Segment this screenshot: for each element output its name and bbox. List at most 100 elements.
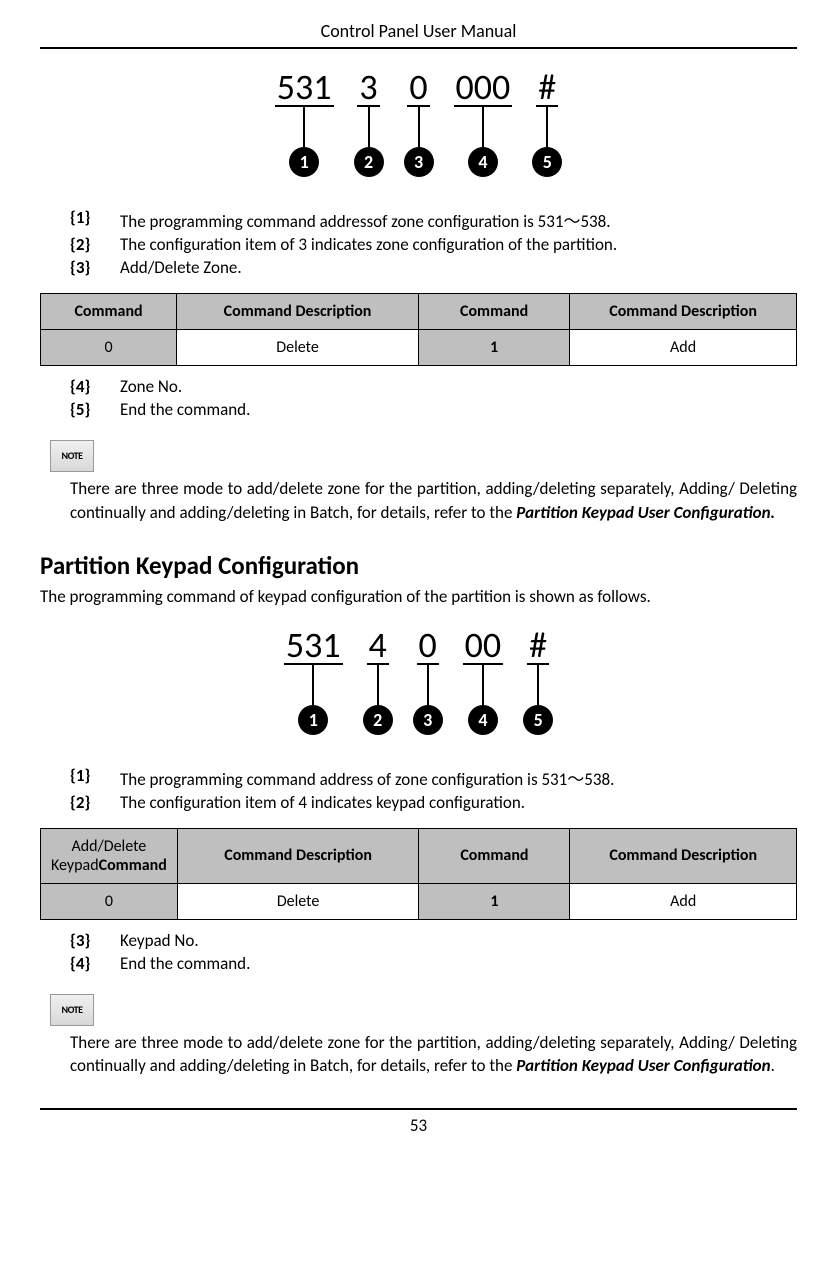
command-diagram-2: 531 1 4 2 0 3 00 4 # 5 <box>40 627 797 735</box>
diagram-text: 00 <box>463 627 504 665</box>
list-label: {4} <box>70 953 120 974</box>
diagram-part: 000 4 <box>454 69 513 177</box>
diagram-part: 531 1 <box>275 69 334 177</box>
list-label: {1} <box>70 765 120 790</box>
diagram-callout: 5 <box>532 147 562 177</box>
table-header: Command <box>419 828 570 883</box>
diagram-line <box>427 665 429 705</box>
list-desc: Zone No. <box>120 376 797 397</box>
note-bold: Partition Keypad User Configuration. <box>516 502 775 523</box>
list-label: {2} <box>70 234 120 255</box>
table-header: Command <box>41 294 177 330</box>
list-label: {3} <box>70 930 120 951</box>
page: Control Panel User Manual 531 1 3 2 0 3 … <box>0 0 837 1156</box>
list-desc: The configuration item of 3 indicates zo… <box>120 234 797 255</box>
list-item: {4} End the command. <box>70 953 797 974</box>
list-item: {2} The configuration item of 4 indicate… <box>70 792 797 813</box>
diagram-line <box>546 107 548 147</box>
diagram-text: 4 <box>367 627 389 665</box>
diagram-callout: 1 <box>298 705 328 735</box>
diagram-inner: 531 1 3 2 0 3 000 4 # 5 <box>275 69 563 177</box>
list-item: {1} The programming command address of z… <box>70 765 797 790</box>
list-desc: Keypad No. <box>120 930 797 951</box>
diagram-text: # <box>527 627 549 665</box>
list-item: {5} End the command. <box>70 399 797 420</box>
table-header: Command <box>418 294 569 330</box>
diagram-text: 531 <box>275 69 334 107</box>
table-header: Command Description <box>570 828 797 883</box>
list-label: {2} <box>70 792 120 813</box>
diagram-part: 0 3 <box>413 627 443 735</box>
diagram-part: 3 2 <box>354 69 384 177</box>
table-row: Add/Delete KeypadCommand Command Descrip… <box>41 828 797 883</box>
list-item: {4} Zone No. <box>70 376 797 397</box>
diagram-text: 3 <box>357 69 379 107</box>
section-heading: Partition Keypad Configuration <box>40 550 797 581</box>
command-table-1: Command Command Description Command Comm… <box>40 293 797 366</box>
note-text: There are three mode to add/delete zone … <box>70 477 797 525</box>
diagram-inner: 531 1 4 2 0 3 00 4 # 5 <box>284 627 553 735</box>
list-desc: End the command. <box>120 399 797 420</box>
list-desc: The programming command addressof zone c… <box>120 207 797 232</box>
table-cell: 0 <box>41 330 177 366</box>
diagram-line <box>482 665 484 705</box>
table-cell: Delete <box>177 330 419 366</box>
table-cell: 1 <box>419 883 570 919</box>
diagram-line <box>418 107 420 147</box>
diagram-part: # 5 <box>532 69 562 177</box>
diagram-line <box>303 107 305 147</box>
diagram-text: 0 <box>407 69 429 107</box>
diagram-part: 4 2 <box>363 627 393 735</box>
diagram-line <box>537 665 539 705</box>
list-desc: Add/Delete Zone. <box>120 257 797 278</box>
diagram-callout: 1 <box>289 147 319 177</box>
table-cell: Delete <box>177 883 419 919</box>
list-item: {3} Keypad No. <box>70 930 797 951</box>
note-icon: NOTE <box>50 440 94 472</box>
diagram-callout: 3 <box>413 705 443 735</box>
diagram-callout: 4 <box>468 705 498 735</box>
diagram-part: # 5 <box>523 627 553 735</box>
list-desc: End the command. <box>120 953 797 974</box>
list-label: {3} <box>70 257 120 278</box>
diagram-part: 531 1 <box>284 627 343 735</box>
note-post: . <box>771 1055 775 1076</box>
diagram-text: 0 <box>417 627 439 665</box>
diagram-callout: 2 <box>354 147 384 177</box>
diagram-line <box>482 107 484 147</box>
table-row: 0 Delete 1 Add <box>41 883 797 919</box>
table-cell: Add <box>570 883 797 919</box>
table-header: Add/Delete KeypadCommand <box>41 828 178 883</box>
table-cell: 0 <box>41 883 178 919</box>
list-1b: {4} Zone No. {5} End the command. <box>70 376 797 420</box>
diagram-line <box>377 665 379 705</box>
list-label: {4} <box>70 376 120 397</box>
command-table-2: Add/Delete KeypadCommand Command Descrip… <box>40 828 797 920</box>
list-desc: The configuration item of 4 indicates ke… <box>120 792 797 813</box>
diagram-callout: 3 <box>404 147 434 177</box>
list-item: {1} The programming command addressof zo… <box>70 207 797 232</box>
table-header: Command Description <box>177 828 419 883</box>
command-diagram-1: 531 1 3 2 0 3 000 4 # 5 <box>40 69 797 177</box>
list-desc: The programming command address of zone … <box>120 765 797 790</box>
diagram-callout: 5 <box>523 705 553 735</box>
diagram-text: 000 <box>454 69 513 107</box>
diagram-callout: 4 <box>468 147 498 177</box>
note-text: There are three mode to add/delete zone … <box>70 1031 797 1079</box>
list-label: {1} <box>70 207 120 232</box>
note-bold: Partition Keypad User Configuration <box>516 1055 770 1076</box>
list-label: {5} <box>70 399 120 420</box>
diagram-text: # <box>536 69 558 107</box>
page-number: 53 <box>40 1108 797 1136</box>
table-header: Command Description <box>177 294 419 330</box>
diagram-part: 0 3 <box>404 69 434 177</box>
page-title: Control Panel User Manual <box>40 20 797 49</box>
header-bold: Command <box>99 856 167 875</box>
list-2: {1} The programming command address of z… <box>70 765 797 813</box>
diagram-callout: 2 <box>363 705 393 735</box>
diagram-part: 00 4 <box>463 627 504 735</box>
note-icon: NOTE <box>50 994 94 1026</box>
table-cell: 1 <box>418 330 569 366</box>
list-1: {1} The programming command addressof zo… <box>70 207 797 278</box>
diagram-text: 531 <box>284 627 343 665</box>
